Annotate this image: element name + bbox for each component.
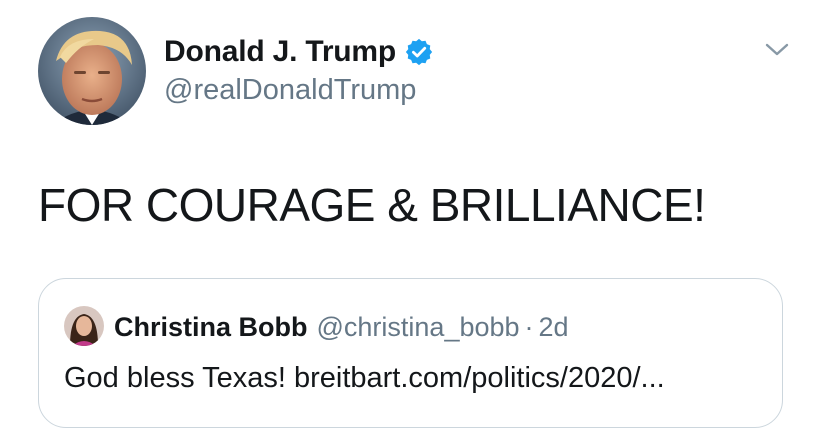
quoted-tweet-header: Christina Bobb @christina_bobb · 2d — [114, 307, 569, 347]
quoted-tweet-card[interactable] — [38, 278, 783, 428]
author-name-row[interactable]: Donald J. Trump — [164, 32, 434, 72]
quoted-author-avatar-image — [64, 306, 104, 346]
quoted-author-handle[interactable]: @christina_bobb — [317, 312, 520, 343]
quoted-tweet-text: God bless Texas! breitbart.com/politics/… — [64, 362, 665, 394]
quoted-author-avatar — [64, 306, 104, 346]
author-avatar-image — [38, 17, 146, 125]
author-name[interactable]: Donald J. Trump — [164, 35, 396, 69]
author-avatar[interactable] — [38, 17, 146, 125]
author-handle[interactable]: @realDonaldTrump — [164, 74, 416, 107]
chevron-down-icon[interactable] — [764, 38, 790, 60]
tweet-text: FOR COURAGE & BRILLIANCE! — [38, 179, 706, 231]
quoted-separator: · — [524, 311, 534, 342]
tweet-card[interactable]: Donald J. Trump @realDonaldTrump FOR COU… — [0, 0, 816, 428]
quoted-timestamp[interactable]: 2d — [539, 312, 569, 343]
quoted-author-name[interactable]: Christina Bobb — [114, 312, 308, 343]
verified-badge-icon — [404, 37, 434, 67]
